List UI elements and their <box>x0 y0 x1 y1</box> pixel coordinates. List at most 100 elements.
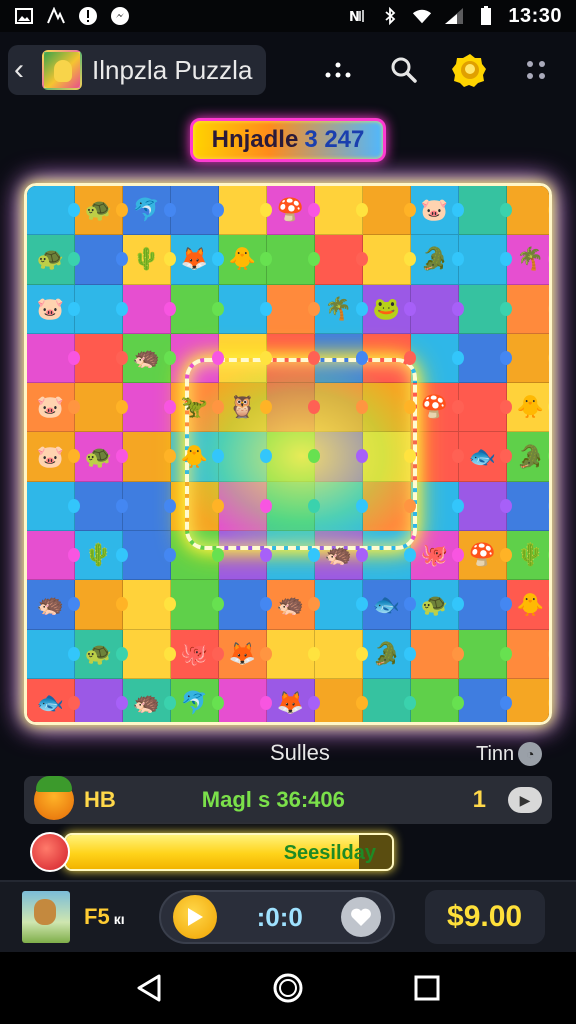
puzzle-piece[interactable] <box>459 481 507 532</box>
puzzle-piece[interactable]: 🐥 <box>507 383 549 433</box>
puzzle-piece[interactable]: 🐢 <box>75 432 123 482</box>
puzzle-piece[interactable] <box>507 284 549 334</box>
puzzle-piece[interactable] <box>219 678 267 722</box>
puzzle-piece[interactable] <box>411 333 459 384</box>
puzzle-piece[interactable] <box>459 235 507 285</box>
puzzle-piece[interactable] <box>123 580 171 630</box>
puzzle-piece[interactable]: 🦔 <box>123 678 171 722</box>
puzzle-piece[interactable] <box>267 629 315 679</box>
title-chip[interactable]: ‹ Ilnpzla Puzzla <box>8 45 267 95</box>
puzzle-piece[interactable]: 🐥 <box>507 580 549 630</box>
puzzle-piece[interactable] <box>459 333 507 384</box>
puzzle-piece[interactable] <box>459 629 507 679</box>
puzzle-piece[interactable] <box>507 333 549 384</box>
puzzle-piece[interactable]: 🐟 <box>27 678 75 722</box>
puzzle-piece[interactable] <box>315 186 363 236</box>
puzzle-piece[interactable] <box>363 186 411 236</box>
puzzle-piece[interactable] <box>123 284 171 334</box>
grid-menu-icon[interactable] <box>516 50 556 90</box>
puzzle-piece[interactable] <box>171 580 219 630</box>
puzzle-piece[interactable]: 🌵 <box>75 531 123 581</box>
puzzle-piece[interactable] <box>75 481 123 532</box>
puzzle-board[interactable]: 🐢 🐬 🍄 🐷 🐢 🌵 🦊 🐥 🐊 🌴 🐷 🌴 🐸 🦔 🐷 🦖 🦉 🍄 🐥 🐷 🐢 🐥 🐟 🐊 🌵 🦔 🐙 🍄 🌵 🦔 🦔 🐟 🐢 🐥 🐢 🐙 🦊 🐊 🐟 🦔… <box>24 183 552 725</box>
recents-nav-icon[interactable] <box>407 968 447 1008</box>
puzzle-piece[interactable] <box>459 383 507 433</box>
puzzle-piece[interactable]: 🌵 <box>507 531 549 581</box>
puzzle-piece[interactable]: 🐢 <box>411 580 459 630</box>
puzzle-piece[interactable]: 🐙 <box>411 531 459 581</box>
price-button[interactable]: $9.00 <box>424 890 545 944</box>
player-avatar[interactable] <box>22 891 70 943</box>
puzzle-piece[interactable] <box>171 186 219 236</box>
puzzle-piece[interactable] <box>219 186 267 236</box>
puzzle-piece[interactable]: 🐢 <box>75 629 123 679</box>
puzzle-piece[interactable]: 🐢 <box>27 235 75 285</box>
heart-button[interactable] <box>340 897 381 937</box>
puzzle-piece[interactable] <box>219 284 267 334</box>
puzzle-piece[interactable]: 🦔 <box>27 580 75 630</box>
puzzle-piece[interactable]: 🦊 <box>171 235 219 285</box>
puzzle-piece[interactable]: 🌴 <box>507 235 549 285</box>
puzzle-piece[interactable] <box>219 580 267 630</box>
puzzle-piece[interactable] <box>507 629 549 679</box>
play-small-icon[interactable]: ▶ <box>508 787 542 813</box>
puzzle-piece[interactable]: 🌴 <box>315 284 363 334</box>
puzzle-piece[interactable]: 🐬 <box>123 186 171 236</box>
puzzle-piece[interactable] <box>123 383 171 433</box>
timer-icon[interactable]: ◔ <box>518 742 543 766</box>
puzzle-piece[interactable] <box>363 678 411 722</box>
puzzle-piece[interactable] <box>171 284 219 334</box>
puzzle-piece[interactable] <box>27 481 75 532</box>
puzzle-piece[interactable] <box>75 284 123 334</box>
puzzle-piece[interactable]: 🐟 <box>363 580 411 630</box>
puzzle-piece[interactable] <box>27 186 75 236</box>
puzzle-piece[interactable] <box>459 284 507 334</box>
puzzle-piece[interactable] <box>27 629 75 679</box>
puzzle-piece[interactable] <box>267 235 315 285</box>
puzzle-piece[interactable] <box>315 235 363 285</box>
puzzle-piece[interactable] <box>411 629 459 679</box>
puzzle-piece[interactable] <box>27 531 75 581</box>
puzzle-piece[interactable] <box>75 580 123 630</box>
puzzle-piece[interactable]: 🐷 <box>27 284 75 334</box>
puzzle-piece[interactable]: 🐊 <box>363 629 411 679</box>
puzzle-piece[interactable] <box>507 678 549 722</box>
puzzle-piece[interactable]: 🐥 <box>219 235 267 285</box>
puzzle-piece[interactable] <box>507 186 549 236</box>
puzzle-piece[interactable]: 🍄 <box>267 186 315 236</box>
puzzle-piece[interactable] <box>315 629 363 679</box>
puzzle-piece[interactable]: 🐬 <box>171 678 219 722</box>
puzzle-piece[interactable] <box>27 333 75 384</box>
puzzle-piece[interactable] <box>459 580 507 630</box>
home-nav-icon[interactable] <box>268 968 308 1008</box>
puzzle-piece[interactable] <box>411 678 459 722</box>
search-icon[interactable] <box>384 50 424 90</box>
puzzle-piece[interactable]: 🐟 <box>459 432 507 482</box>
puzzle-piece[interactable]: 🍄 <box>459 531 507 581</box>
puzzle-piece[interactable]: 🐸 <box>363 284 411 334</box>
puzzle-piece[interactable]: 🦊 <box>219 629 267 679</box>
puzzle-piece[interactable] <box>75 383 123 433</box>
puzzle-piece[interactable] <box>315 580 363 630</box>
puzzle-piece[interactable]: 🦔 <box>123 333 171 384</box>
puzzle-piece[interactable] <box>411 481 459 532</box>
puzzle-piece[interactable]: 🌵 <box>123 235 171 285</box>
puzzle-piece[interactable]: 🦊 <box>267 678 315 722</box>
puzzle-piece[interactable] <box>123 531 171 581</box>
puzzle-piece[interactable]: 🐷 <box>27 383 75 433</box>
puzzle-piece[interactable]: 🦔 <box>267 580 315 630</box>
puzzle-piece[interactable] <box>459 186 507 236</box>
puzzle-piece[interactable] <box>123 629 171 679</box>
puzzle-piece[interactable] <box>363 235 411 285</box>
puzzle-piece[interactable]: 🐊 <box>411 235 459 285</box>
badge-icon[interactable] <box>450 50 490 90</box>
puzzle-piece[interactable]: 🐷 <box>411 186 459 236</box>
puzzle-piece[interactable]: 🐢 <box>75 186 123 236</box>
puzzle-piece[interactable] <box>75 235 123 285</box>
puzzle-piece[interactable] <box>459 678 507 722</box>
puzzle-piece[interactable] <box>123 481 171 532</box>
puzzle-piece[interactable]: 🐙 <box>171 629 219 679</box>
puzzle-piece[interactable] <box>123 432 171 482</box>
puzzle-piece[interactable] <box>267 284 315 334</box>
play-button[interactable] <box>172 895 217 939</box>
